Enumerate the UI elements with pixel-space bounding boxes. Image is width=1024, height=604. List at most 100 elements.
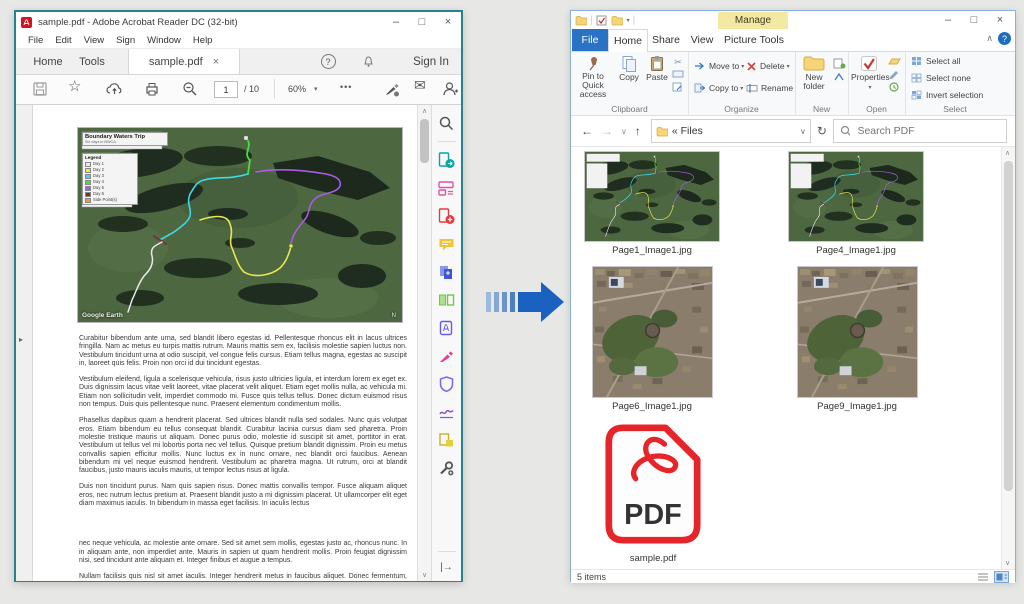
help-icon[interactable]: ? [998,32,1011,45]
email-icon[interactable]: ✉ [414,77,426,94]
collapse-ribbon-icon[interactable]: ∧ [986,33,993,44]
scroll-down-icon[interactable]: ∨ [1005,559,1010,567]
explorer-scrollbar[interactable]: ∧ ∨ [1001,147,1015,569]
copy-to-button[interactable]: Copy to▾ [694,81,743,95]
menu-edit[interactable]: Edit [55,35,71,46]
more-tools-wrench-icon[interactable] [438,460,455,477]
more-tools-ellipsis[interactable]: ••• [340,82,352,92]
pdf-file-icon[interactable]: PDF [603,423,703,545]
rename-button[interactable]: Rename [746,81,793,95]
properties-button[interactable]: Properties ▾ [851,55,887,93]
quick-access-new-folder-icon[interactable] [611,15,623,26]
new-item-icon[interactable] [833,58,846,71]
tab-close-icon[interactable]: × [213,56,219,68]
file-item[interactable]: Page1_Image1.jpg [584,151,720,256]
send-for-comments-icon[interactable] [438,432,455,449]
collapse-sidebar-icon[interactable]: |→ [440,562,453,573]
paste-shortcut-icon[interactable] [672,82,684,95]
tab-tools[interactable]: Tools [70,49,114,74]
menu-help[interactable]: Help [193,35,213,46]
up-icon[interactable]: ↑ [635,124,641,138]
file-item[interactable]: Page4_Image1.jpg [788,151,924,256]
organize-pages-icon[interactable] [438,292,455,309]
close-icon[interactable]: × [435,13,461,31]
paste-button[interactable]: Paste [643,55,671,82]
tab-file[interactable]: File [572,29,608,51]
tab-share[interactable]: Share [647,29,685,51]
zoom-dropdown-arrow-icon[interactable]: ▾ [314,85,318,93]
tab-home[interactable]: Home [608,29,648,52]
search-input[interactable] [855,124,1000,138]
share-upload-icon[interactable] [106,81,123,97]
account-person-icon[interactable] [442,81,459,97]
thumbnail-view-icon[interactable] [994,571,1009,583]
zoom-level-dropdown[interactable]: 60% [288,84,306,94]
details-view-icon[interactable] [976,571,990,582]
file-name[interactable]: sample.pdf [602,553,704,564]
page-number-input[interactable]: 1 [214,81,238,98]
new-folder-button[interactable]: New folder [797,55,831,91]
maximize-icon[interactable]: □ [961,11,987,29]
forward-icon[interactable]: → [601,124,613,138]
scroll-up-icon[interactable]: ∧ [1005,149,1010,157]
city-thumbnail[interactable] [592,266,713,398]
refresh-icon[interactable]: ↻ [817,124,827,138]
cut-icon[interactable]: ✂ [674,56,682,69]
file-item[interactable]: Page9_Image1.jpg [797,266,917,412]
move-to-button[interactable]: Move to▾ [694,59,744,73]
sign-pen-icon[interactable] [384,81,401,97]
menu-view[interactable]: View [84,35,104,46]
file-item[interactable]: PDF sample.pdf [602,423,704,564]
maximize-icon[interactable]: □ [409,13,435,31]
close-icon[interactable]: × [987,11,1013,29]
easy-access-icon[interactable] [833,71,846,84]
invert-selection-button[interactable]: Invert selection [911,88,983,102]
create-pdf-icon[interactable] [438,208,455,225]
map-thumbnail[interactable] [788,151,924,242]
copy-path-icon[interactable] [672,69,684,82]
menu-sign[interactable]: Sign [116,35,135,46]
edit-pdf-icon[interactable] [438,180,455,197]
tab-view[interactable]: View [685,29,719,51]
file-name[interactable]: Page4_Image1.jpg [788,245,924,256]
fill-sign-icon[interactable] [438,348,455,365]
back-icon[interactable]: ← [581,124,593,138]
map-thumbnail[interactable] [584,151,720,242]
menu-file[interactable]: File [28,35,43,46]
zoom-out-icon[interactable] [182,81,198,97]
city-thumbnail[interactable] [797,266,918,398]
bell-icon[interactable] [358,49,378,74]
history-icon[interactable] [888,82,901,95]
pin-to-quick-access-button[interactable]: Pin to Quick access [573,55,613,99]
scroll-up-icon[interactable]: ∧ [418,107,431,115]
comment-tool-icon[interactable] [438,236,455,253]
menu-window[interactable]: Window [147,35,181,46]
tab-home[interactable]: Home [26,49,70,74]
select-none-button[interactable]: Select none [911,71,971,85]
minimize-icon[interactable]: – [383,13,409,31]
print-icon[interactable] [144,81,160,97]
file-name[interactable]: Page1_Image1.jpg [584,245,720,256]
quick-access-properties-icon[interactable] [596,15,607,26]
scrollbar-thumb[interactable] [420,119,429,163]
file-item[interactable]: Page6_Image1.jpg [592,266,712,412]
document-scrollbar[interactable]: ∧ ∨ [417,105,431,581]
search-tool-icon[interactable] [438,115,455,132]
protect-shield-icon[interactable] [438,376,455,393]
favorite-star-icon[interactable]: ☆ [68,77,81,95]
quick-access-dropdown-icon[interactable]: ▾ [627,17,630,24]
copy-button[interactable]: Copy [615,55,643,82]
certificates-icon[interactable] [438,404,455,421]
file-name[interactable]: Page6_Image1.jpg [592,401,712,412]
open-icon[interactable] [888,56,901,69]
minimize-icon[interactable]: – [935,11,961,29]
save-icon[interactable] [32,81,48,97]
edit-icon[interactable] [888,69,901,82]
recent-locations-icon[interactable]: ∨ [621,127,627,136]
breadcrumb-dropdown-icon[interactable]: ∨ [800,127,806,136]
address-breadcrumb[interactable]: « Files ∨ [651,119,811,143]
search-box[interactable] [833,119,1007,143]
delete-button[interactable]: Delete▾ [746,59,790,73]
enhance-scans-icon[interactable] [438,320,455,337]
scrollbar-thumb[interactable] [1004,161,1013,491]
